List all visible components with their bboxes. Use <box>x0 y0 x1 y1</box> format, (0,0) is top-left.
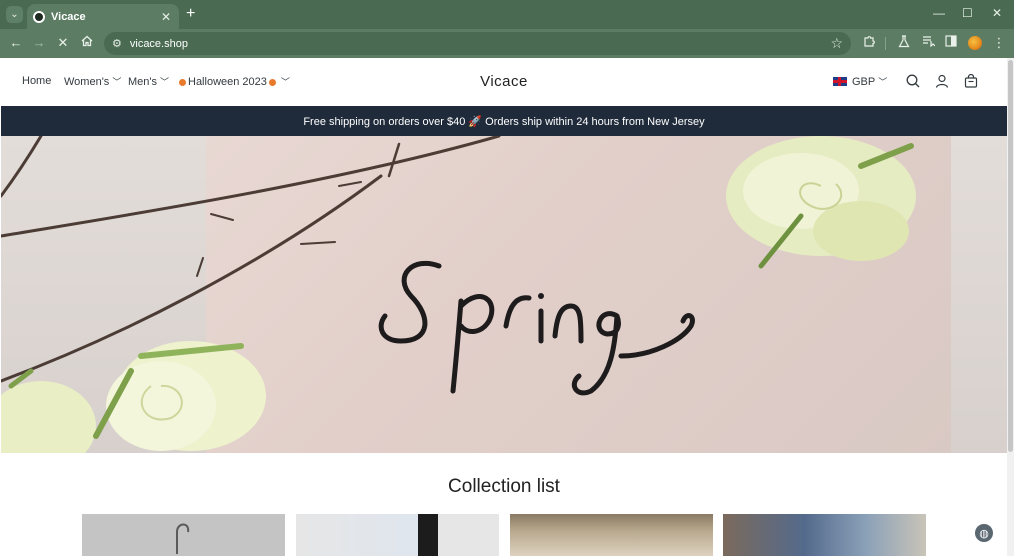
url-text[interactable]: vicace.shop <box>130 38 831 50</box>
collection-card[interactable] <box>723 514 926 556</box>
reading-list-button[interactable] <box>920 35 936 51</box>
browser-menu-button[interactable]: ⋮ <box>991 35 1007 51</box>
puzzle-icon <box>863 36 875 47</box>
home-icon <box>81 35 93 47</box>
forward-button[interactable]: → <box>31 35 47 51</box>
address-bar[interactable]: ⚙ vicace.shop ☆ <box>104 32 851 55</box>
cart-button[interactable] <box>963 73 979 89</box>
star-icon[interactable]: ☆ <box>830 35 843 52</box>
back-arrow-icon: ← <box>9 35 23 50</box>
tab-list-button[interactable]: ⌄ <box>6 6 23 23</box>
chat-widget-button[interactable]: ◍ <box>975 524 993 542</box>
back-button[interactable]: ← <box>8 35 24 51</box>
close-icon: ✕ <box>57 35 69 50</box>
side-panel-button[interactable] <box>943 35 959 51</box>
plus-icon: + <box>186 5 196 22</box>
home-button[interactable] <box>79 35 95 51</box>
browser-toolbar: ← → ✕ ⚙ vicace.shop ☆ ⋮ <box>0 29 1014 58</box>
bag-icon <box>964 73 978 88</box>
search-button[interactable] <box>905 73 921 89</box>
reading-list-icon <box>922 36 935 48</box>
new-tab-button[interactable]: + <box>186 5 195 23</box>
chevron-down-icon: ⌄ <box>10 9 19 20</box>
collection-list-title: Collection list <box>448 476 560 497</box>
announcement-bar: Free shipping on orders over $40 🚀 Order… <box>1 106 1007 136</box>
forward-arrow-icon: → <box>32 35 46 50</box>
hero-banner[interactable] <box>1 136 1007 453</box>
collection-card[interactable] <box>82 514 285 556</box>
uk-flag-icon <box>833 77 847 86</box>
web-page: Home Women's ﹀ Men's ﹀ Halloween 2023 ﹀ Vic… <box>1 58 1007 556</box>
labs-button[interactable] <box>896 35 912 52</box>
currency-label: GBP <box>852 75 876 88</box>
toolbar-divider <box>885 37 886 50</box>
hanger-image <box>176 523 190 554</box>
chevron-down-icon: ﹀ <box>878 77 888 87</box>
currency-selector[interactable]: GBP ﹀ <box>833 75 887 88</box>
profile-avatar[interactable] <box>968 36 982 50</box>
extensions-button[interactable] <box>861 35 877 52</box>
page-scrollbar-thumb[interactable] <box>1008 60 1013 452</box>
globe-icon: ◍ <box>979 527 989 540</box>
more-vert-icon: ⋮ <box>992 35 1006 50</box>
side-panel-icon <box>945 35 957 47</box>
site-header: Home Women's ﹀ Men's ﹀ Halloween 2023 ﹀ Vic… <box>1 58 1007 106</box>
minimize-button[interactable]: — <box>933 6 945 20</box>
stop-loading-button[interactable]: ✕ <box>55 35 71 51</box>
announcement-text: Free shipping on orders over $40 🚀 Order… <box>303 115 705 128</box>
site-favicon-icon <box>33 10 45 23</box>
flask-icon <box>898 35 910 48</box>
collection-card[interactable] <box>296 514 499 556</box>
tune-icon[interactable]: ⚙ <box>112 37 122 50</box>
window-close-button[interactable]: ✕ <box>992 6 1002 20</box>
maximize-button[interactable]: ☐ <box>962 6 973 20</box>
browser-titlebar: ⌄ Vicace ✕ + — ☐ ✕ <box>0 0 1014 29</box>
hero-image <box>1 136 916 453</box>
account-button[interactable] <box>934 73 950 89</box>
browser-tab[interactable]: Vicace ✕ <box>27 4 179 29</box>
user-icon <box>935 74 949 88</box>
search-icon <box>906 74 920 88</box>
tab-title: Vicace <box>51 10 86 23</box>
collection-card[interactable] <box>510 514 713 556</box>
tab-close-icon[interactable]: ✕ <box>159 10 173 24</box>
